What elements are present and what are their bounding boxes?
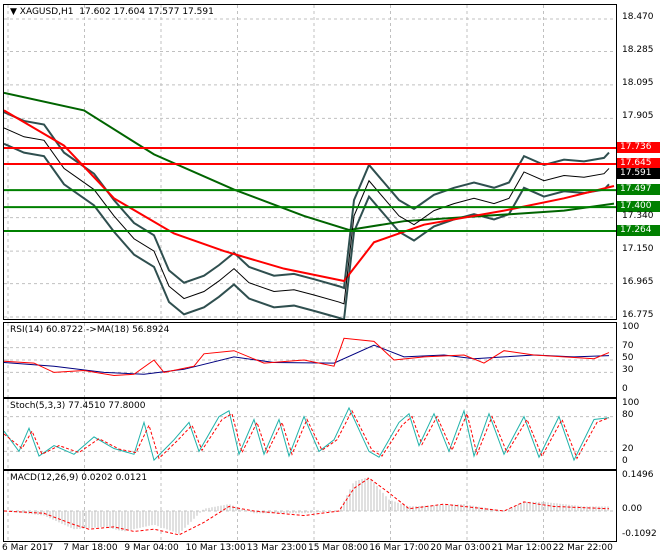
current-price-tag: 17.591 bbox=[617, 167, 660, 179]
time-axis-label: 20 Mar 03:00 bbox=[430, 543, 491, 553]
rsi-line bbox=[4, 337, 610, 377]
macd-title: MACD(12,26,9) 0.0202 0.0121 bbox=[10, 473, 148, 483]
stoch-title: Stoch(5,3,3) 77.4510 77.8000 bbox=[10, 401, 146, 411]
price-axis-label: 17.905 bbox=[622, 111, 654, 122]
stoch-axis-label: 20 bbox=[622, 444, 634, 455]
rsi-title: RSI(14) 60.8722 ->MA(18) 56.8924 bbox=[10, 325, 170, 335]
price-axis-label: 17.340 bbox=[622, 210, 654, 221]
time-axis-label: 22 Mar 22:00 bbox=[552, 543, 613, 553]
time-axis-label: 9 Mar 04:00 bbox=[124, 543, 179, 553]
time-axis-label: 6 Mar 2017 bbox=[2, 543, 54, 553]
stoch-axis-label: 0 bbox=[622, 456, 628, 466]
level-tag: 17.264 bbox=[617, 225, 660, 237]
level-tag: 17.736 bbox=[617, 142, 660, 154]
time-axis-label: 16 Mar 17:00 bbox=[369, 543, 430, 553]
dropdown-icon[interactable]: ▼ bbox=[10, 7, 17, 17]
price-axis-label: 17.150 bbox=[622, 244, 654, 255]
macd-axis-label: 0.1496 bbox=[622, 470, 654, 480]
bollinger-upper bbox=[4, 111, 610, 290]
price-axis-label: 16.965 bbox=[622, 276, 654, 287]
moving-average-green bbox=[4, 91, 615, 231]
moving-average-red bbox=[4, 109, 615, 283]
chart-title: ▼ XAGUSD,H1 17.602 17.604 17.577 17.591 bbox=[10, 7, 214, 17]
ohlc-values: 17.602 17.604 17.577 17.591 bbox=[79, 7, 214, 17]
stoch-axis-label: 80 bbox=[622, 409, 634, 420]
macd-panel[interactable]: MACD(12,26,9) 0.0202 0.0121 bbox=[3, 470, 617, 542]
price-chart[interactable]: ▼ XAGUSD,H1 17.602 17.604 17.577 17.591 bbox=[3, 4, 617, 320]
price-axis-label: 18.095 bbox=[622, 77, 654, 88]
level-tag: 17.497 bbox=[617, 184, 660, 196]
rsi-axis-label: 100 bbox=[622, 322, 640, 332]
price-axis-label: 18.470 bbox=[622, 12, 654, 22]
macd-axis-label: -0.1092 bbox=[622, 528, 657, 539]
time-axis-label: 13 Mar 23:00 bbox=[246, 543, 307, 553]
time-axis-label: 21 Mar 12:00 bbox=[491, 543, 552, 553]
time-axis-label: 15 Mar 08:00 bbox=[308, 543, 369, 553]
time-axis-label: 10 Mar 13:00 bbox=[185, 543, 246, 553]
rsi-axis-label: 50 bbox=[622, 353, 634, 363]
price-axis-label: 18.285 bbox=[622, 44, 654, 55]
macd-axis-label: 0.00 bbox=[622, 504, 643, 514]
rsi-axis-label: 70 bbox=[622, 340, 634, 351]
rsi-axis-label: 30 bbox=[622, 365, 634, 376]
stoch-panel[interactable]: Stoch(5,3,3) 77.4510 77.8000 bbox=[3, 398, 617, 470]
symbol-label: XAGUSD,H1 bbox=[19, 7, 74, 17]
price-plot bbox=[4, 5, 616, 319]
rsi-panel[interactable]: RSI(14) 60.8722 ->MA(18) 56.8924 bbox=[3, 322, 617, 398]
stoch-axis-label: 100 bbox=[622, 398, 640, 408]
rsi-axis-label: 0 bbox=[622, 384, 628, 394]
price-axis-label: 16.775 bbox=[622, 310, 654, 320]
time-axis-label: 7 Mar 18:00 bbox=[63, 543, 118, 553]
